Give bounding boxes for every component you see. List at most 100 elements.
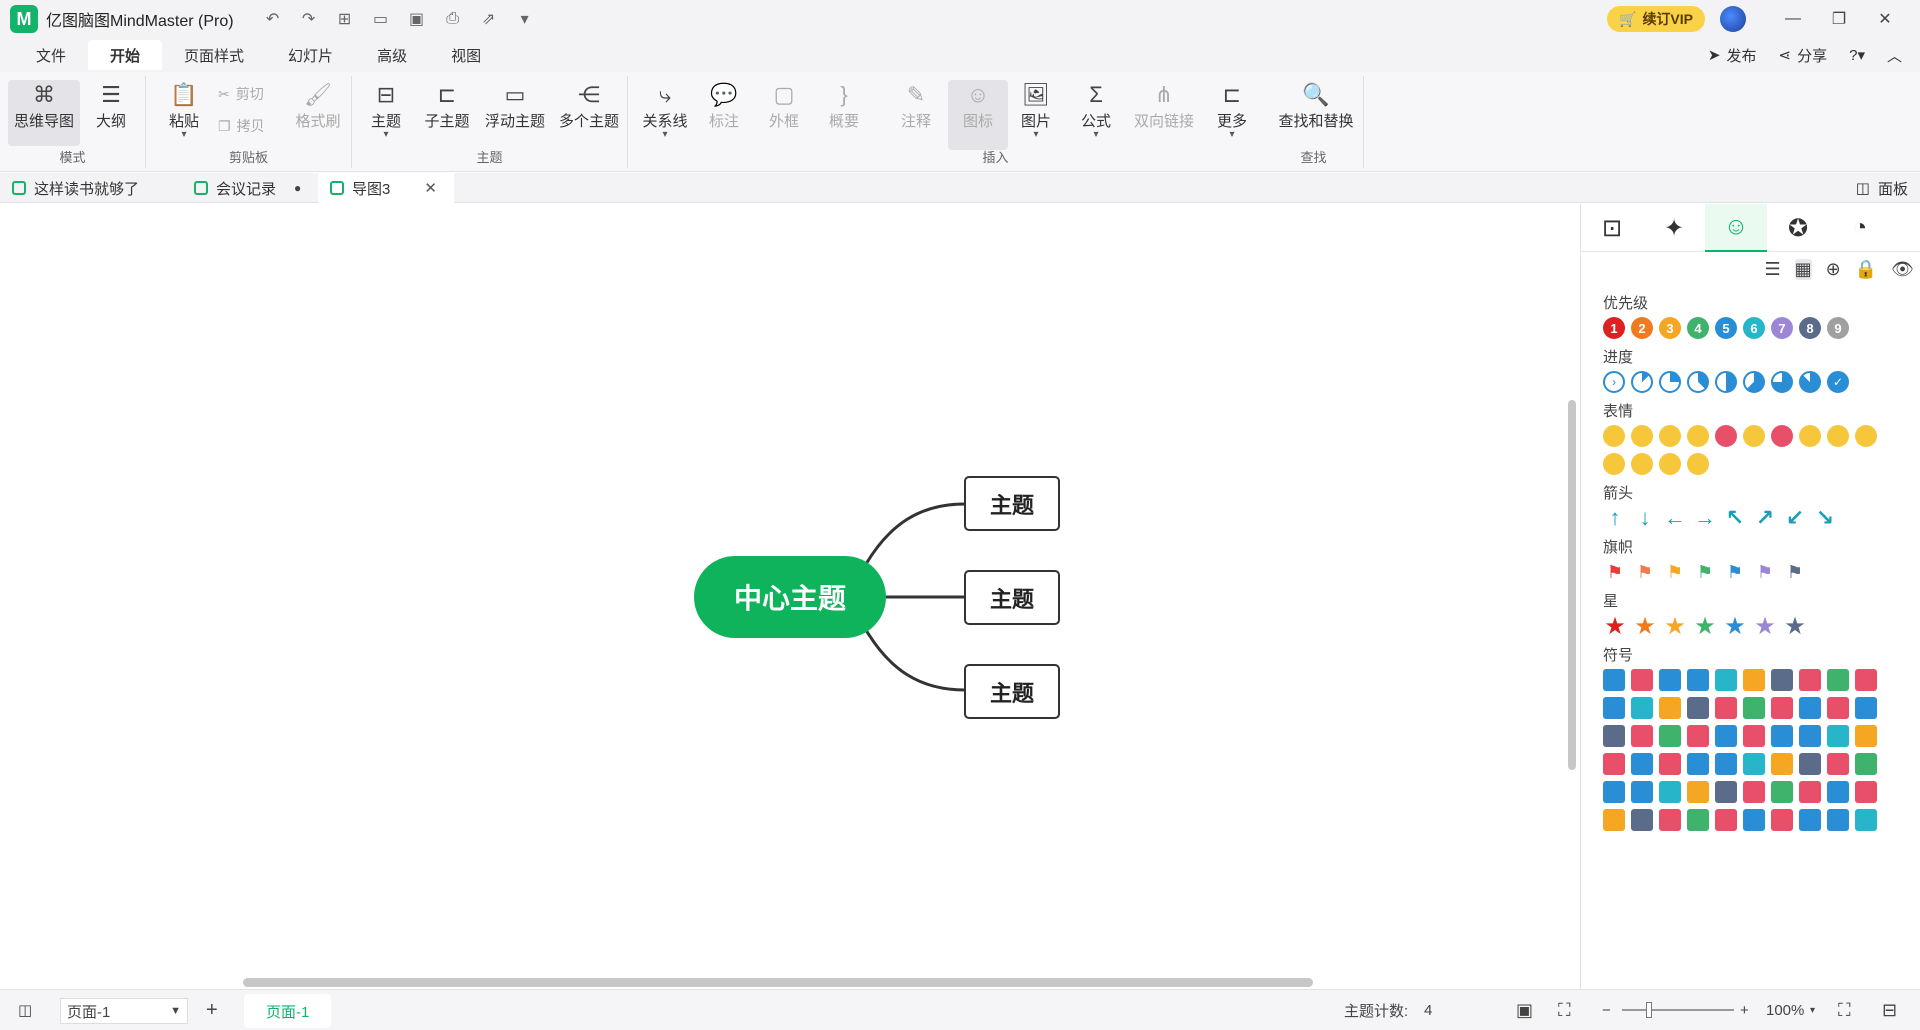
angry-emoji-icon[interactable]: [1771, 425, 1793, 447]
open-folder-icon[interactable]: ▭: [370, 8, 392, 30]
symbol-icon[interactable]: [1771, 781, 1793, 803]
icon-panel-tab[interactable]: ☺: [1705, 204, 1767, 252]
flag-icon[interactable]: ⚑: [1663, 560, 1687, 584]
lock-icon[interactable]: 🔒: [1855, 259, 1877, 280]
arrow-icon[interactable]: →: [1693, 505, 1717, 530]
theme-panel-tab[interactable]: ✪: [1767, 204, 1829, 252]
progress-12-icon[interactable]: [1631, 371, 1653, 393]
star-icon[interactable]: ★: [1633, 613, 1657, 640]
symbol-icon[interactable]: [1603, 753, 1625, 775]
symbol-icon[interactable]: [1715, 669, 1737, 691]
customize-toolbar-icon[interactable]: ▾: [514, 8, 536, 30]
symbol-icon[interactable]: [1687, 697, 1709, 719]
symbol-icon[interactable]: [1827, 781, 1849, 803]
symbol-icon[interactable]: [1771, 753, 1793, 775]
relationship-dropdown-icon[interactable]: ▾: [662, 130, 667, 140]
progress-25-icon[interactable]: [1659, 371, 1681, 393]
emoji-icon[interactable]: [1603, 425, 1625, 447]
symbol-icon[interactable]: [1603, 697, 1625, 719]
symbol-icon[interactable]: [1631, 809, 1653, 831]
menu-slides[interactable]: 幻灯片: [266, 40, 355, 70]
format-panel-tab[interactable]: ⊡: [1581, 204, 1643, 252]
progress-start-icon[interactable]: ›: [1603, 371, 1625, 393]
history-panel-tab[interactable]: ◔: [1829, 204, 1891, 252]
symbol-icon[interactable]: [1799, 697, 1821, 719]
zoom-out-icon[interactable]: −: [1602, 1002, 1611, 1019]
emoji-icon[interactable]: [1743, 425, 1765, 447]
flag-icon[interactable]: ⚑: [1723, 560, 1747, 584]
symbol-icon[interactable]: [1715, 809, 1737, 831]
emoji-icon[interactable]: [1631, 425, 1653, 447]
undo-icon[interactable]: ↶: [262, 8, 284, 30]
doc-tab-2[interactable]: 会议记录 ●: [182, 173, 316, 203]
paste-dropdown-icon[interactable]: ▾: [181, 130, 186, 140]
formula-dropdown-icon[interactable]: ▾: [1093, 130, 1098, 140]
ai-panel-tab[interactable]: ✦: [1643, 204, 1705, 252]
find-replace-button[interactable]: 🔍 查找和替换: [1276, 80, 1356, 131]
relationship-button[interactable]: ⤷ 关系线 ▾: [640, 80, 690, 140]
symbol-icon[interactable]: [1827, 669, 1849, 691]
multiple-topics-button[interactable]: ⋲ 多个主题: [556, 80, 622, 131]
priority-2-icon[interactable]: 2: [1631, 317, 1653, 339]
floating-topic-button[interactable]: ▭ 浮动主题: [482, 80, 548, 131]
progress-87-icon[interactable]: [1799, 371, 1821, 393]
symbol-icon[interactable]: [1659, 697, 1681, 719]
collapse-ribbon-button[interactable]: ︿: [1887, 45, 1902, 66]
symbol-icon[interactable]: [1771, 669, 1793, 691]
cut-button[interactable]: ✂ 剪切: [218, 84, 264, 104]
symbol-icon[interactable]: [1743, 781, 1765, 803]
format-brush-button[interactable]: 🖌 格式刷: [290, 80, 346, 131]
emoji-icon[interactable]: [1855, 425, 1877, 447]
symbol-icon[interactable]: [1771, 809, 1793, 831]
star-icon[interactable]: ★: [1783, 613, 1807, 640]
symbol-icon[interactable]: [1687, 753, 1709, 775]
main-topic[interactable]: 主题: [964, 664, 1060, 719]
zoom-slider[interactable]: [1622, 1002, 1734, 1018]
symbol-icon[interactable]: [1743, 809, 1765, 831]
symbol-icon[interactable]: [1631, 697, 1653, 719]
redo-icon[interactable]: ↷: [298, 8, 320, 30]
emoji-icon[interactable]: [1659, 453, 1681, 475]
priority-3-icon[interactable]: 3: [1659, 317, 1681, 339]
paste-button[interactable]: 📋 粘贴 ▾: [164, 80, 204, 140]
symbol-icon[interactable]: [1743, 697, 1765, 719]
doc-tab-3[interactable]: 导图3 ✕: [318, 173, 454, 203]
note-button[interactable]: ✎ 注释: [896, 80, 936, 131]
help-button[interactable]: ?▾: [1849, 46, 1865, 64]
main-topic[interactable]: 主题: [964, 570, 1060, 625]
arrow-icon[interactable]: ↑: [1603, 505, 1627, 530]
flag-icon[interactable]: ⚑: [1753, 560, 1777, 584]
more-button[interactable]: ⊏ 更多 ▾: [1212, 80, 1252, 140]
menu-home[interactable]: 开始: [88, 40, 163, 70]
arrow-icon[interactable]: ↙: [1783, 505, 1807, 530]
emoji-icon[interactable]: [1687, 425, 1709, 447]
symbol-icon[interactable]: [1799, 809, 1821, 831]
zoom-slider-handle[interactable]: [1646, 1002, 1652, 1018]
symbol-icon[interactable]: [1827, 809, 1849, 831]
symbol-icon[interactable]: [1687, 781, 1709, 803]
mindmap-mode-button[interactable]: ⌘ 思维导图: [8, 80, 80, 146]
menu-advanced[interactable]: 高级: [355, 40, 429, 70]
symbol-icon[interactable]: [1631, 725, 1653, 747]
emoji-icon[interactable]: [1603, 453, 1625, 475]
arrow-icon[interactable]: ↖: [1723, 505, 1747, 530]
topic-button[interactable]: ⊟ 主题 ▾: [366, 80, 406, 140]
symbol-icon[interactable]: [1855, 697, 1877, 719]
print-icon[interactable]: ⎙: [442, 8, 464, 30]
page-tab[interactable]: 页面-1: [244, 994, 332, 1028]
export-icon[interactable]: ⇗: [478, 8, 500, 30]
symbol-icon[interactable]: [1743, 725, 1765, 747]
symbol-icon[interactable]: [1799, 725, 1821, 747]
emoji-icon[interactable]: [1827, 425, 1849, 447]
flag-icon[interactable]: ⚑: [1603, 560, 1627, 584]
zoom-in-icon[interactable]: +: [1740, 1002, 1749, 1019]
symbol-icon[interactable]: [1687, 725, 1709, 747]
arrow-icon[interactable]: ←: [1663, 505, 1687, 530]
symbol-icon[interactable]: [1855, 725, 1877, 747]
emoji-icon[interactable]: [1799, 425, 1821, 447]
zoom-level[interactable]: 100%: [1766, 1002, 1804, 1019]
symbol-icon[interactable]: [1771, 725, 1793, 747]
outline-mode-button[interactable]: ☰ 大纲: [88, 80, 134, 131]
doc-tab-1[interactable]: 这样读书就够了: [0, 173, 180, 203]
symbol-icon[interactable]: [1659, 809, 1681, 831]
